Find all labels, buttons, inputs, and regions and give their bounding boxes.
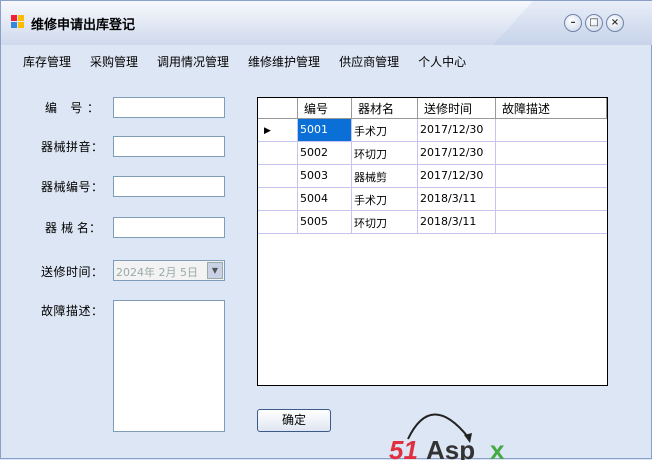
title-bar: 维修申请出库登记 – □ × xyxy=(1,1,652,45)
grid-header: 编号 器材名 送修时间 故障描述 xyxy=(258,98,607,119)
table-row[interactable]: ▶ 5001 手术刀 2017/12/30 xyxy=(258,119,607,142)
grid-cell[interactable]: 5004 xyxy=(298,188,352,211)
grid-cell[interactable] xyxy=(496,119,607,142)
grid-cell[interactable]: 2017/12/30 xyxy=(418,165,496,188)
svg-text:51: 51 xyxy=(389,435,418,460)
name-label: 器 械 名： xyxy=(45,221,101,235)
date-label: 送修时间： xyxy=(41,265,103,279)
menu-item-usage[interactable]: 调用情况管理 xyxy=(157,53,229,70)
grid-cell[interactable] xyxy=(496,142,607,165)
name-input[interactable] xyxy=(113,217,225,238)
grid-cell[interactable] xyxy=(496,211,607,234)
table-row[interactable]: 5004 手术刀 2018/3/11 xyxy=(258,188,607,211)
row-header[interactable]: ▶ xyxy=(258,119,298,142)
pinyin-label: 器械拼音： xyxy=(41,140,103,154)
menu-item-inventory[interactable]: 库存管理 xyxy=(23,53,71,70)
maximize-button[interactable]: □ xyxy=(585,14,603,32)
grid-cell[interactable]: 2017/12/30 xyxy=(418,119,496,142)
grid-cell[interactable]: 手术刀 xyxy=(352,119,418,142)
row-header[interactable] xyxy=(258,142,298,165)
menu-item-supplier[interactable]: 供应商管理 xyxy=(339,53,399,70)
menu-bar: 库存管理 采购管理 调用情况管理 维修维护管理 供应商管理 个人中心 xyxy=(23,53,466,70)
logo: 51 Asp x xyxy=(389,413,505,460)
col-header[interactable]: 编号 xyxy=(298,98,352,119)
grid-cell[interactable]: 器械剪 xyxy=(352,165,418,188)
pinyin-input[interactable] xyxy=(113,136,225,157)
grid-cell[interactable] xyxy=(496,188,607,211)
menu-item-purchase[interactable]: 采购管理 xyxy=(90,53,138,70)
id-input[interactable] xyxy=(113,97,225,118)
col-header[interactable]: 器材名 xyxy=(352,98,418,119)
grid-cell[interactable] xyxy=(496,165,607,188)
code-label: 器械编号： xyxy=(41,180,103,194)
id-label: 编 号： xyxy=(45,101,99,115)
row-header[interactable] xyxy=(258,211,298,234)
table-row[interactable]: 5002 环切刀 2017/12/30 xyxy=(258,142,607,165)
grid-cell[interactable]: 5002 xyxy=(298,142,352,165)
main-window: 维修申请出库登记 – □ × 库存管理 采购管理 调用情况管理 维修维护管理 供… xyxy=(0,0,652,460)
app-icon xyxy=(11,15,25,28)
menu-item-maintenance[interactable]: 维修维护管理 xyxy=(248,53,320,70)
code-input[interactable] xyxy=(113,176,225,197)
current-row-icon: ▶ xyxy=(264,126,271,136)
grid-cell[interactable]: 环切刀 xyxy=(352,211,418,234)
svg-text:x: x xyxy=(490,435,505,460)
grid-cell[interactable]: 2018/3/11 xyxy=(418,211,496,234)
svg-text:Asp: Asp xyxy=(426,435,475,460)
table-row[interactable]: 5003 器械剪 2017/12/30 xyxy=(258,165,607,188)
desc-textarea[interactable] xyxy=(113,300,225,432)
confirm-button[interactable]: 确定 xyxy=(257,409,331,432)
minimize-button[interactable]: – xyxy=(564,14,582,32)
date-value: 2024年 2月 5日 xyxy=(116,266,198,279)
grid-cell[interactable]: 2017/12/30 xyxy=(418,142,496,165)
desc-label: 故障描述： xyxy=(41,304,103,318)
grid-cell[interactable]: 5003 xyxy=(298,165,352,188)
grid-cell[interactable]: 手术刀 xyxy=(352,188,418,211)
grid-cell[interactable]: 5005 xyxy=(298,211,352,234)
chevron-down-icon[interactable]: ▼ xyxy=(207,262,223,279)
grid-cell[interactable]: 5001 xyxy=(298,119,352,142)
menu-item-personal[interactable]: 个人中心 xyxy=(418,53,466,70)
date-picker[interactable]: 2024年 2月 5日 ▼ xyxy=(113,260,225,281)
row-header[interactable] xyxy=(258,188,298,211)
table-row[interactable]: 5005 环切刀 2018/3/11 xyxy=(258,211,607,234)
col-header[interactable]: 故障描述 xyxy=(496,98,607,119)
window-title: 维修申请出库登记 xyxy=(31,18,136,33)
col-header[interactable]: 送修时间 xyxy=(418,98,496,119)
row-header[interactable] xyxy=(258,165,298,188)
data-grid[interactable]: 编号 器材名 送修时间 故障描述 ▶ 5001 手术刀 2017/12/30 5002 环… xyxy=(257,97,608,386)
grid-cell[interactable]: 环切刀 xyxy=(352,142,418,165)
close-button[interactable]: × xyxy=(606,14,624,32)
grid-cell[interactable]: 2018/3/11 xyxy=(418,188,496,211)
